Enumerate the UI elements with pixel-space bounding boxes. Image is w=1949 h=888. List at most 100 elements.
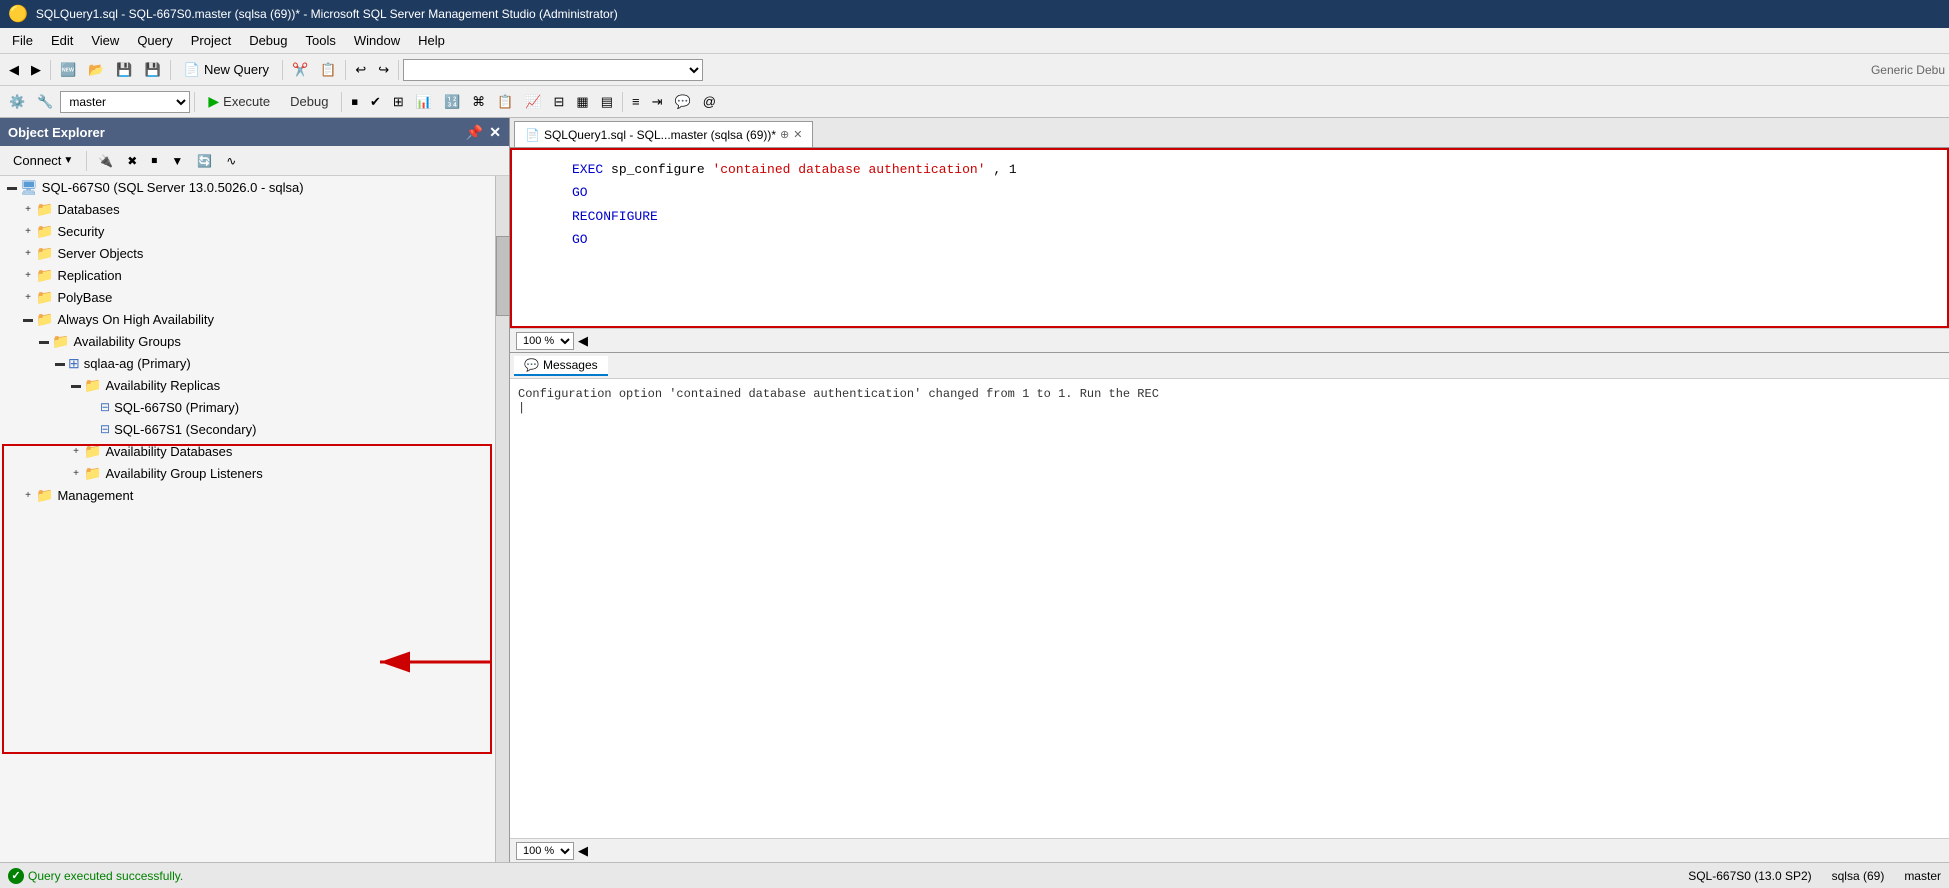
results-scroll-left[interactable]: ◀ — [578, 843, 588, 859]
pin-icon[interactable]: 📌 — [466, 124, 483, 141]
polybase-label: PolyBase — [57, 290, 112, 305]
check-button[interactable]: ✔ — [365, 91, 386, 113]
separator-7 — [341, 92, 342, 112]
expand-security: + — [20, 226, 36, 237]
tree-security[interactable]: + 📁 Security — [0, 220, 495, 242]
paste-button[interactable]: 📋 — [315, 59, 341, 81]
copy-button[interactable]: ✂️ — [287, 59, 313, 81]
tree-avail-databases[interactable]: + 📁 Availability Databases — [0, 440, 495, 462]
exec-keyword: EXEC — [572, 162, 603, 177]
tree-replica-primary[interactable]: ⊟ SQL-667S0 (Primary) — [0, 396, 495, 418]
tab-close-button[interactable]: ⊕ — [780, 128, 789, 141]
redo-button[interactable]: ↪ — [373, 59, 394, 81]
tree-sqlaa-ag[interactable]: ▬ ⊞ sqlaa-ag (Primary) — [0, 352, 495, 374]
replica-primary-label: SQL-667S0 (Primary) — [114, 400, 239, 415]
debug-button[interactable]: Debug — [281, 91, 337, 112]
proc-name: sp_configure — [611, 162, 712, 177]
open-button[interactable]: 📂 — [83, 59, 109, 81]
oe-summarize-icon[interactable]: ∿ — [221, 152, 241, 170]
tree-replication[interactable]: + 📁 Replication — [0, 264, 495, 286]
save-all-button[interactable]: 💾 — [140, 59, 166, 81]
tree-avail-listeners[interactable]: + 📁 Availability Group Listeners — [0, 462, 495, 484]
avail-listeners-folder-icon: 📁 — [84, 465, 101, 482]
avail-databases-folder-icon: 📁 — [84, 443, 101, 460]
cursor-line: | — [518, 401, 1941, 415]
grid-button[interactable]: ⊞ — [388, 91, 409, 113]
oe-scrollbar[interactable] — [495, 176, 509, 862]
save-button[interactable]: 💾 — [111, 59, 137, 81]
results-zoom-select[interactable]: 100 % — [516, 842, 574, 860]
object-explorer-panel: Object Explorer 📌 ✕ Connect ▼ 🔌 ✖ ⏹ ▼ 🔄 … — [0, 118, 510, 862]
undo-button[interactable]: ↩ — [350, 59, 371, 81]
tab-pin-button[interactable]: ✕ — [793, 128, 802, 141]
forward-button[interactable]: ▶ — [26, 59, 46, 81]
oe-connect-icon[interactable]: 🔌 — [93, 152, 118, 170]
query-editor[interactable]: EXEC sp_configure 'contained database au… — [512, 150, 1025, 326]
results-button[interactable]: 📊 — [411, 91, 437, 113]
server-dropdown[interactable] — [403, 59, 703, 81]
results2-button[interactable]: ⊟ — [549, 91, 570, 113]
tree-management[interactable]: + 📁 Management — [0, 484, 495, 506]
code-line-1: EXEC sp_configure 'contained database au… — [572, 158, 1017, 181]
database-dropdown[interactable]: master — [60, 91, 190, 113]
close-icon[interactable]: ✕ — [489, 124, 501, 141]
grid2-button[interactable]: ▦ — [571, 91, 593, 113]
menu-window[interactable]: Window — [346, 31, 408, 50]
stats-button[interactable]: 📈 — [520, 91, 546, 113]
connect-button[interactable]: Connect ▼ — [6, 150, 80, 171]
tree-avail-replicas[interactable]: ▬ 📁 Availability Replicas — [0, 374, 495, 396]
separator-8 — [622, 92, 623, 112]
go-keyword-2: GO — [572, 232, 588, 247]
oe-filter-icon[interactable]: ▼ — [166, 152, 188, 170]
toolbar2-btn2[interactable]: 🔧 — [32, 91, 58, 113]
editor-zoom-select[interactable]: 100 % — [516, 332, 574, 350]
expand-server: ▬ — [4, 182, 20, 193]
menu-tools[interactable]: Tools — [298, 31, 344, 50]
menu-debug[interactable]: Debug — [241, 31, 295, 50]
menu-project[interactable]: Project — [183, 31, 239, 50]
new-query-button[interactable]: 📄 New Query — [175, 59, 278, 81]
text-button[interactable]: ▤ — [596, 91, 618, 113]
status-database: master — [1904, 869, 1941, 883]
server-icon: 🖥 — [20, 179, 38, 196]
reconfigure-keyword: RECONFIGURE — [572, 209, 658, 224]
indent-button[interactable]: ⇥ — [647, 91, 668, 113]
oe-refresh-icon[interactable]: 🔄 — [192, 152, 217, 170]
menu-edit[interactable]: Edit — [43, 31, 81, 50]
bookmark-button[interactable]: @ — [698, 91, 721, 112]
tree-server-objects[interactable]: + 📁 Server Objects — [0, 242, 495, 264]
tree-databases[interactable]: + 📁 Databases — [0, 198, 495, 220]
tree-polybase[interactable]: + 📁 PolyBase — [0, 286, 495, 308]
status-success: ✓ Query executed successfully. — [8, 868, 183, 884]
query-tab[interactable]: 📄 SQLQuery1.sql - SQL...master (sqlsa (6… — [514, 121, 813, 147]
object-explorer-toolbar: Connect ▼ 🔌 ✖ ⏹ ▼ 🔄 ∿ — [0, 146, 509, 176]
toolbar2-btn1[interactable]: ⚙️ — [4, 91, 30, 113]
tree-server-node[interactable]: ▬ 🖥 SQL-667S0 (SQL Server 13.0.5026.0 - … — [0, 176, 495, 198]
comment-button[interactable]: 💬 — [670, 91, 696, 113]
separator-1 — [50, 60, 51, 80]
back-button[interactable]: ◀ — [4, 59, 24, 81]
menu-help[interactable]: Help — [410, 31, 453, 50]
plan-button[interactable]: 📋 — [492, 91, 518, 113]
menu-view[interactable]: View — [83, 31, 127, 50]
new-file-button[interactable]: 🆕 — [55, 59, 81, 81]
editor-scroll-left[interactable]: ◀ — [578, 333, 588, 349]
parse-button[interactable]: ⌘ — [467, 91, 490, 113]
oe-stop-icon[interactable]: ⏹ — [146, 151, 162, 170]
menu-query[interactable]: Query — [129, 31, 180, 50]
tree-availability-groups[interactable]: ▬ 📁 Availability Groups — [0, 330, 495, 352]
calc-button[interactable]: 🔢 — [439, 91, 465, 113]
menu-file[interactable]: File — [4, 31, 41, 50]
tree-always-on[interactable]: ▬ 📁 Always On High Availability — [0, 308, 495, 330]
align-button[interactable]: ≡ — [627, 91, 645, 112]
object-explorer-header-icons: 📌 ✕ — [466, 124, 501, 141]
oe-disconnect-icon[interactable]: ✖ — [122, 152, 142, 170]
stop-button[interactable]: ⏹ — [346, 91, 363, 113]
tree-replica-secondary[interactable]: ⊟ SQL-667S1 (Secondary) — [0, 418, 495, 440]
server-label: SQL-667S0 (SQL Server 13.0.5026.0 - sqls… — [42, 180, 304, 195]
object-explorer-header: Object Explorer 📌 ✕ — [0, 118, 509, 146]
messages-tab[interactable]: 💬 Messages — [514, 356, 608, 376]
execute-button[interactable]: ▶ Execute — [199, 90, 279, 113]
status-right: SQL-667S0 (13.0 SP2) sqlsa (69) master — [1688, 869, 1941, 883]
code-line-2: GO — [572, 181, 1017, 204]
